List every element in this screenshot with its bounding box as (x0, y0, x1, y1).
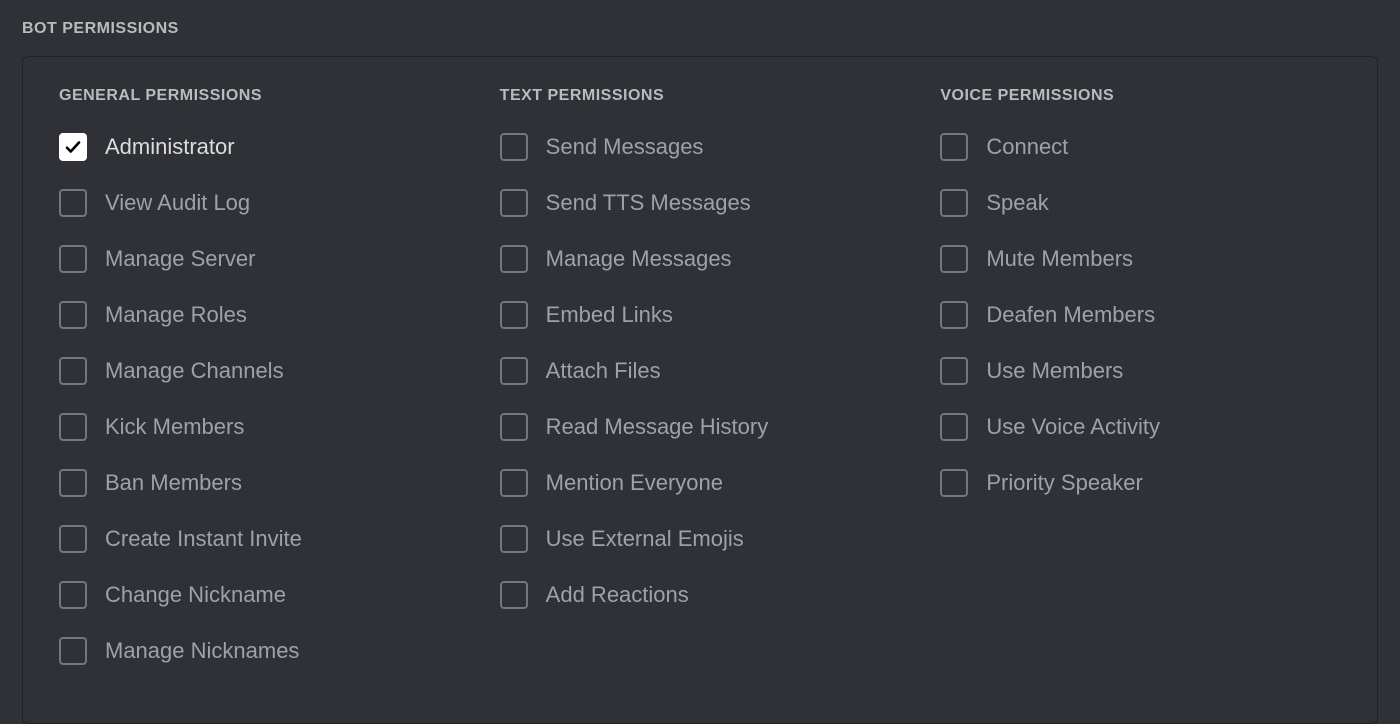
checkbox-embed-links[interactable] (500, 301, 528, 329)
perm-label-administrator: Administrator (105, 134, 235, 160)
checkbox-send-messages[interactable] (500, 133, 528, 161)
perm-label-mention-everyone: Mention Everyone (546, 470, 723, 496)
perm-row-use-members[interactable]: Use Members (940, 357, 1341, 385)
perm-label-embed-links: Embed Links (546, 302, 673, 328)
checkbox-administrator[interactable] (59, 133, 87, 161)
checkbox-mute-members[interactable] (940, 245, 968, 273)
checkbox-speak[interactable] (940, 189, 968, 217)
perm-label-speak: Speak (986, 190, 1048, 216)
perm-row-create-instant-invite[interactable]: Create Instant Invite (59, 525, 460, 553)
perm-row-change-nickname[interactable]: Change Nickname (59, 581, 460, 609)
section-title: BOT PERMISSIONS (22, 20, 1378, 38)
column-title-general: GENERAL PERMISSIONS (59, 87, 460, 105)
checkbox-use-voice-activity[interactable] (940, 413, 968, 441)
checkbox-manage-messages[interactable] (500, 245, 528, 273)
perm-row-manage-messages[interactable]: Manage Messages (500, 245, 901, 273)
perm-label-read-message-history: Read Message History (546, 414, 769, 440)
checkbox-manage-channels[interactable] (59, 357, 87, 385)
perm-row-connect[interactable]: Connect (940, 133, 1341, 161)
checkbox-use-external-emojis[interactable] (500, 525, 528, 553)
voice-permissions-column: VOICE PERMISSIONS Connect Speak Mute Membe… (940, 87, 1341, 693)
perm-row-deafen-members[interactable]: Deafen Members (940, 301, 1341, 329)
checkbox-view-audit-log[interactable] (59, 189, 87, 217)
permissions-panel: GENERAL PERMISSIONS Administrator View Au… (22, 56, 1378, 724)
perm-row-kick-members[interactable]: Kick Members (59, 413, 460, 441)
checkbox-manage-server[interactable] (59, 245, 87, 273)
perm-label-use-voice-activity: Use Voice Activity (986, 414, 1160, 440)
checkbox-mention-everyone[interactable] (500, 469, 528, 497)
general-permissions-column: GENERAL PERMISSIONS Administrator View Au… (59, 87, 460, 693)
checkbox-kick-members[interactable] (59, 413, 87, 441)
text-permissions-column: TEXT PERMISSIONS Send Messages Send TTS M… (500, 87, 901, 693)
checkbox-change-nickname[interactable] (59, 581, 87, 609)
perm-row-send-messages[interactable]: Send Messages (500, 133, 901, 161)
perm-row-attach-files[interactable]: Attach Files (500, 357, 901, 385)
checkbox-manage-roles[interactable] (59, 301, 87, 329)
perm-row-use-voice-activity[interactable]: Use Voice Activity (940, 413, 1341, 441)
perm-label-create-instant-invite: Create Instant Invite (105, 526, 302, 552)
checkbox-attach-files[interactable] (500, 357, 528, 385)
perm-row-manage-channels[interactable]: Manage Channels (59, 357, 460, 385)
perm-label-ban-members: Ban Members (105, 470, 242, 496)
checkbox-add-reactions[interactable] (500, 581, 528, 609)
checkbox-connect[interactable] (940, 133, 968, 161)
perm-label-manage-server: Manage Server (105, 246, 255, 272)
perm-label-manage-channels: Manage Channels (105, 358, 284, 384)
perm-row-manage-nicknames[interactable]: Manage Nicknames (59, 637, 460, 665)
perm-label-view-audit-log: View Audit Log (105, 190, 250, 216)
perm-label-manage-nicknames: Manage Nicknames (105, 638, 299, 664)
perm-row-mute-members[interactable]: Mute Members (940, 245, 1341, 273)
perm-label-deafen-members: Deafen Members (986, 302, 1155, 328)
column-title-text: TEXT PERMISSIONS (500, 87, 901, 105)
perm-label-send-messages: Send Messages (546, 134, 704, 160)
perm-row-add-reactions[interactable]: Add Reactions (500, 581, 901, 609)
perm-row-read-message-history[interactable]: Read Message History (500, 413, 901, 441)
perm-row-speak[interactable]: Speak (940, 189, 1341, 217)
perm-label-use-external-emojis: Use External Emojis (546, 526, 744, 552)
checkbox-manage-nicknames[interactable] (59, 637, 87, 665)
checkbox-send-tts-messages[interactable] (500, 189, 528, 217)
perm-row-priority-speaker[interactable]: Priority Speaker (940, 469, 1341, 497)
checkbox-ban-members[interactable] (59, 469, 87, 497)
perm-label-add-reactions: Add Reactions (546, 582, 689, 608)
checkbox-create-instant-invite[interactable] (59, 525, 87, 553)
perm-label-mute-members: Mute Members (986, 246, 1133, 272)
perm-row-administrator[interactable]: Administrator (59, 133, 460, 161)
perm-row-mention-everyone[interactable]: Mention Everyone (500, 469, 901, 497)
perm-label-change-nickname: Change Nickname (105, 582, 286, 608)
perm-row-ban-members[interactable]: Ban Members (59, 469, 460, 497)
perm-label-send-tts-messages: Send TTS Messages (546, 190, 751, 216)
perm-label-connect: Connect (986, 134, 1068, 160)
perm-label-use-members: Use Members (986, 358, 1123, 384)
column-title-voice: VOICE PERMISSIONS (940, 87, 1341, 105)
checkbox-deafen-members[interactable] (940, 301, 968, 329)
perm-row-manage-roles[interactable]: Manage Roles (59, 301, 460, 329)
perm-row-use-external-emojis[interactable]: Use External Emojis (500, 525, 901, 553)
perm-row-embed-links[interactable]: Embed Links (500, 301, 901, 329)
checkbox-priority-speaker[interactable] (940, 469, 968, 497)
perm-row-manage-server[interactable]: Manage Server (59, 245, 460, 273)
checkbox-use-members[interactable] (940, 357, 968, 385)
perm-label-manage-messages: Manage Messages (546, 246, 732, 272)
perm-label-kick-members: Kick Members (105, 414, 244, 440)
perm-row-view-audit-log[interactable]: View Audit Log (59, 189, 460, 217)
perm-label-manage-roles: Manage Roles (105, 302, 247, 328)
checkbox-read-message-history[interactable] (500, 413, 528, 441)
perm-row-send-tts-messages[interactable]: Send TTS Messages (500, 189, 901, 217)
perm-label-priority-speaker: Priority Speaker (986, 470, 1143, 496)
perm-label-attach-files: Attach Files (546, 358, 661, 384)
